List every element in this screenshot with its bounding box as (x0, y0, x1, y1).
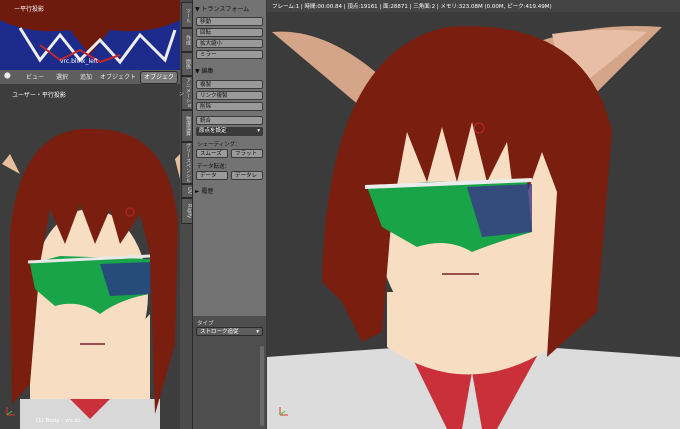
rotate-button[interactable]: 回転 (196, 28, 263, 37)
menu-add[interactable]: 追加 (80, 72, 92, 81)
tab-relations[interactable]: 関係 (181, 52, 193, 76)
duplicate-button[interactable]: 複製 (196, 80, 263, 89)
stroke-type-label: タイプ (197, 321, 214, 327)
tab-animation[interactable]: アニメーション (178, 76, 193, 110)
delete-button[interactable]: 削除 (196, 102, 263, 111)
axis-gizmo-icon (6, 407, 15, 416)
left-viewport[interactable]: ユーザー・平行投影 (1) Body : vrc.bl... (0, 84, 180, 429)
menu-view[interactable]: ビュー (26, 72, 44, 81)
tab-physics[interactable]: 物理演算 (181, 110, 193, 142)
tab-create[interactable]: 作成 (181, 28, 193, 52)
set-origin-select[interactable]: 原点を設定 (196, 127, 263, 136)
top-viewport[interactable]: ー平行投影 vrc.blink_left (0, 0, 180, 70)
tab-grease-pencil[interactable]: グリースペンシル (181, 142, 193, 184)
shading-label: シェーディング： (197, 142, 241, 148)
status-text: フレーム:1 | 時間:00:00.84 | 頂点:19161 | 面:2887… (272, 4, 552, 10)
tab-tools[interactable]: ツール (181, 2, 193, 28)
viewport-label: ユーザー・平行投影 (12, 92, 66, 99)
editor-type-icon[interactable]: ⬤ (4, 72, 11, 79)
mode-button[interactable]: オブジェク (140, 71, 179, 84)
mirror-button[interactable]: ミラー (196, 50, 263, 59)
stroke-select[interactable]: ストローク追従 (196, 327, 263, 337)
history-header[interactable]: ► 履歴 (195, 186, 264, 196)
edit-header[interactable]: ▼ 編集 (195, 66, 264, 76)
data-transfer-label: データ転送： (197, 164, 231, 170)
transform-header[interactable]: ▼ トランスフォーム (195, 4, 264, 14)
flat-button[interactable]: フラット (231, 149, 263, 158)
link-duplicate-button[interactable]: リンク複製 (196, 91, 263, 100)
viewport-footer: (1) Body : vrc.blink_left (302, 417, 366, 423)
character-render-left (0, 84, 180, 429)
tool-tabs: ツール 作成 関係 アニメーション 物理演算 グリースペンシル UV Rigif… (178, 0, 193, 429)
axis-gizmo-icon (279, 407, 288, 416)
data-button[interactable]: データ (196, 171, 228, 180)
tab-uv[interactable]: UV (181, 184, 193, 198)
data-layer-button[interactable]: データレ (231, 171, 263, 180)
character-render-main (267, 12, 680, 429)
object-label: vrc.blink_left (60, 58, 99, 65)
tab-rigify[interactable]: Rigify (181, 198, 193, 224)
tool-options-area: タイプ ストローク追従 (193, 316, 266, 429)
move-button[interactable]: 移動 (196, 17, 263, 26)
status-bar: フレーム:1 | 時間:00:00.84 | 頂点:19161 | 面:2887… (267, 0, 680, 12)
viewport-footer: (1) Body : vrc.bl... (36, 418, 86, 424)
menu-object[interactable]: オブジェクト (100, 72, 136, 81)
smooth-button[interactable]: スムーズ (196, 149, 228, 158)
left-viewport-header: ⬤ ビュー 選択 追加 オブジェクト オブジェク (0, 70, 180, 85)
scrollbar[interactable] (260, 346, 264, 426)
scale-button[interactable]: 拡大縮小 (196, 39, 263, 48)
main-viewport[interactable]: (1) Body : vrc.blink_left (267, 12, 680, 429)
viewport-label: ー平行投影 (14, 6, 45, 13)
join-button[interactable]: 統合 (196, 116, 263, 125)
menu-select[interactable]: 選択 (56, 72, 68, 81)
